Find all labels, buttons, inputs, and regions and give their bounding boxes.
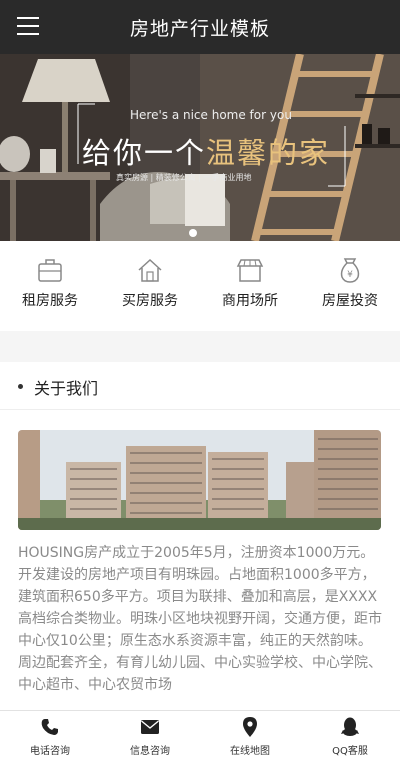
- service-label: 商用场所: [222, 293, 278, 309]
- money-bag-icon: ¥: [300, 255, 400, 285]
- page-title: 房地产行业模板: [129, 18, 270, 40]
- banner-title-prefix: 给你一个: [82, 136, 207, 170]
- suitcase-icon: [0, 255, 100, 285]
- nav-map[interactable]: 在线地图: [200, 711, 300, 760]
- service-commercial[interactable]: 商用场所: [200, 241, 300, 331]
- nav-message[interactable]: 信息咨询: [100, 711, 200, 760]
- services-menu: 租房服务 买房服务 商用场所 ¥ 房屋投资: [0, 241, 400, 331]
- house-icon: [100, 255, 200, 285]
- service-rent[interactable]: 租房服务: [0, 241, 100, 331]
- storefront-icon: [200, 255, 300, 285]
- envelope-icon: [100, 717, 200, 737]
- nav-phone[interactable]: 电话咨询: [0, 711, 100, 760]
- banner-subtitle: Here's a nice home for you: [130, 108, 292, 122]
- buildings-image: [18, 430, 381, 530]
- about-title: 关于我们: [34, 379, 99, 398]
- about-description: HOUSING房产成立于2005年5月，注册资本1000万元。开发建设的房地产项…: [18, 545, 382, 693]
- bottom-nav: 电话咨询 信息咨询 在线地图 QQ客服: [0, 710, 400, 760]
- nav-label: 在线地图: [230, 746, 270, 757]
- service-label: 房屋投资: [322, 293, 378, 309]
- phone-icon: [0, 717, 100, 737]
- svg-text:¥: ¥: [347, 270, 353, 280]
- hero-banner[interactable]: Here's a nice home for you 给你一个温馨的家 真实房源…: [0, 54, 400, 241]
- about-section: HOUSING房产成立于2005年5月，注册资本1000万元。开发建设的房地产项…: [0, 410, 400, 710]
- about-section-header: 关于我们: [0, 362, 400, 410]
- banner-tagline: 真实房源 | 精装修公寓 | 一手商业用地: [116, 173, 252, 182]
- carousel-dot[interactable]: [189, 229, 197, 237]
- service-invest[interactable]: ¥ 房屋投资: [300, 241, 400, 331]
- bullet-dot: [18, 384, 23, 389]
- service-label: 租房服务: [22, 293, 78, 309]
- nav-qq[interactable]: QQ客服: [300, 711, 400, 760]
- nav-label: 信息咨询: [130, 746, 170, 757]
- banner-title: 给你一个温馨的家: [82, 130, 330, 172]
- map-pin-icon: [200, 717, 300, 737]
- service-buy[interactable]: 买房服务: [100, 241, 200, 331]
- banner-title-highlight: 温馨的家: [206, 136, 331, 170]
- service-label: 买房服务: [122, 293, 178, 309]
- qq-penguin-icon: [300, 717, 400, 737]
- nav-label: QQ客服: [332, 746, 368, 757]
- nav-label: 电话咨询: [30, 746, 70, 757]
- app-header: 房地产行业模板: [0, 0, 400, 54]
